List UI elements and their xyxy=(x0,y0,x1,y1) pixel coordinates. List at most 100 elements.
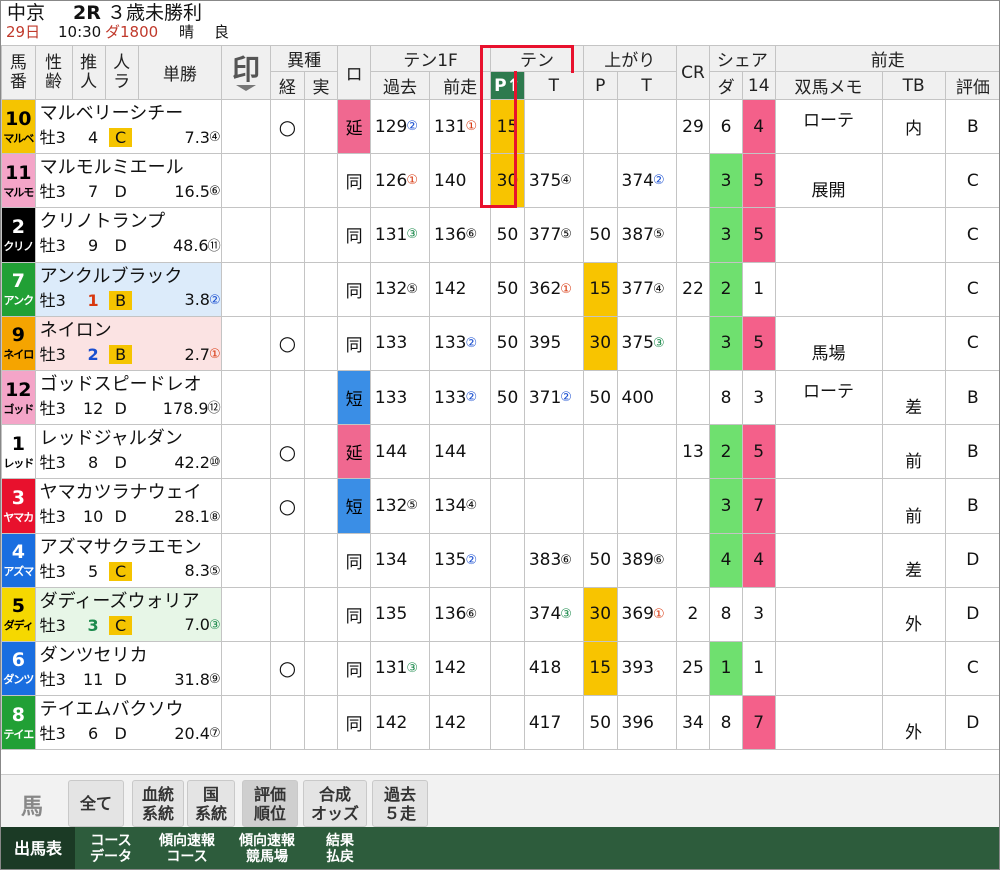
rank-circle: ⑤ xyxy=(406,281,419,297)
rank-circle: ① xyxy=(208,347,221,362)
ten-p-cell xyxy=(490,532,525,588)
soba-memo-cell xyxy=(774,478,883,534)
table-row[interactable]: 5 ダディ ダディーズウォリア 牡3 3 C 7.0③ 同 135 136⑥ 374③ 30 369① 2… xyxy=(1,586,999,642)
hyoka-cell: B xyxy=(944,369,999,426)
ten-t-cell: 362① xyxy=(523,261,584,317)
horse-name[interactable]: ゴッドスピードレオ xyxy=(40,373,221,397)
table-row[interactable]: 9 ネイロ ネイロン 牡3 2 B 2.7① ○ 同 133 133② 50 395 30 375③ 3 5 馬場… xyxy=(1,315,999,371)
table-row[interactable]: 1 レッド レッドジャルダン 牡3 8 D 42.2⑩ ○ 延 144 144 13 2 5 前 B xyxy=(1,424,999,480)
odds: 48.6 xyxy=(172,236,209,256)
horse-name[interactable]: テイエムバクソウ xyxy=(40,698,221,722)
horse-info[interactable]: レッドジャルダン 牡3 8 D 42.2⑩ xyxy=(34,424,223,480)
horse-info[interactable]: クリノトランプ 牡3 9 D 48.6⑪ xyxy=(34,207,223,263)
cr-cell: 29 xyxy=(675,98,711,155)
kei-cell xyxy=(270,586,305,642)
horse-name[interactable]: アンクルブラック xyxy=(40,265,221,289)
col-ten-t[interactable]: T xyxy=(523,71,584,100)
share-14-cell: 1 xyxy=(741,640,776,697)
rank-circle: ⑥ xyxy=(653,552,665,568)
horse-info[interactable]: アンクルブラック 牡3 1 B 3.8② xyxy=(34,261,223,317)
shirushi-cell[interactable] xyxy=(221,586,272,642)
horse-info[interactable]: テイエムバクソウ 牡3 6 D 20.4⑦ xyxy=(34,695,223,751)
kei-cell xyxy=(270,261,305,317)
shirushi-cell[interactable] xyxy=(221,532,272,588)
shirushi-cell[interactable] xyxy=(221,207,272,263)
shirushi-cell[interactable] xyxy=(221,369,272,426)
bottom-nav-tab-2[interactable]: 傾向速報 コース xyxy=(147,827,227,869)
view-tab-0[interactable]: 全て xyxy=(68,780,124,827)
view-tab-1[interactable]: 血統 系統 xyxy=(132,780,184,827)
view-tab-2[interactable]: 国 系統 xyxy=(187,780,235,827)
horse-name[interactable]: レッドジャルダン xyxy=(40,427,221,451)
col-shirushi[interactable]: 印 xyxy=(221,45,272,100)
horse-name[interactable]: マルベリーシチー xyxy=(40,102,221,126)
soba-memo-cell: ローテ xyxy=(774,369,883,426)
horse-info[interactable]: ネイロン 牡3 2 B 2.7① xyxy=(34,315,223,371)
horse-name[interactable]: クリノトランプ xyxy=(40,210,221,234)
rank-circle: ⑩ xyxy=(208,455,221,471)
bottom-nav-tab-4[interactable]: 結果 払戻 xyxy=(307,827,373,869)
table-row[interactable]: 6 ダンツ ダンツセリカ 牡3 11 D 31.8⑨ ○ 同 131③ 142 418 15 393 25 1… xyxy=(1,640,999,697)
ro-tag-tan: 短 xyxy=(338,479,370,532)
agari-p-cell: 50 xyxy=(582,532,618,588)
ten-t-cell xyxy=(523,98,584,155)
horse-info[interactable]: ダディーズウォリア 牡3 3 C 7.0③ xyxy=(34,586,223,642)
table-row[interactable]: 2 クリノ クリノトランプ 牡3 9 D 48.6⑪ 同 131③ 136⑥ 50 377⑤ 50 387… xyxy=(1,207,999,263)
col-kako: 過去 xyxy=(369,71,431,100)
tb-cell: 差 xyxy=(881,369,946,426)
agari-t-cell xyxy=(616,98,677,155)
agari-p-cell: 30 xyxy=(582,586,618,642)
view-tab-3[interactable]: 評価 順位 xyxy=(242,780,298,827)
kako-cell: 129② xyxy=(369,98,431,155)
jockey-rank: 2 xyxy=(87,344,99,364)
horse-info[interactable]: ゴッドスピードレオ 牡3 12 D 178.9⑫ xyxy=(34,369,223,426)
jitsu-cell xyxy=(303,478,339,534)
shirushi-cell[interactable] xyxy=(221,315,272,371)
horse-info[interactable]: アズマサクラエモン 牡3 5 C 8.3⑤ xyxy=(34,532,223,588)
shirushi-cell[interactable] xyxy=(221,98,272,155)
bottom-nav-tab-3[interactable]: 傾向速報 競馬場 xyxy=(227,827,307,869)
shirushi-cell[interactable] xyxy=(221,695,272,751)
shirushi-cell[interactable] xyxy=(221,153,272,209)
table-row[interactable]: 8 テイエ テイエムバクソウ 牡3 6 D 20.4⑦ 同 142 142 417 50 396 34 8 7… xyxy=(1,695,999,751)
share-da-cell: 3 xyxy=(709,153,743,209)
share-da-cell: 8 xyxy=(709,369,743,426)
table-row[interactable]: 3 ヤマカ ヤマカツラナウェイ 牡3 10 D 28.1⑧ ○ 短 132⑤ 134④ 3 7 前 B xyxy=(1,478,999,534)
table-row[interactable]: 11 マルモ マルモルミエール 牡3 7 D 16.5⑥ 同 126① 140 30 375④ 374②… xyxy=(1,153,999,209)
rank-circle: ⑪ xyxy=(207,238,221,254)
bottom-nav-tab-0[interactable]: 出馬表 xyxy=(1,827,75,869)
horse-info[interactable]: ヤマカツラナウェイ 牡3 10 D 28.1⑧ xyxy=(34,478,223,534)
rank-circle: ⑧ xyxy=(208,509,221,525)
ten-t-cell: 395 xyxy=(523,315,584,371)
agari-t-cell: 400 xyxy=(616,369,677,426)
horse-name[interactable]: アズマサクラエモン xyxy=(40,536,221,560)
bottom-nav-tab-1[interactable]: コース データ xyxy=(75,827,147,869)
shirushi-cell[interactable] xyxy=(221,640,272,697)
horse-name[interactable]: マルモルミエール xyxy=(40,156,221,180)
view-tab-4[interactable]: 合成 オッズ xyxy=(303,780,367,827)
table-row[interactable]: 7 アンク アンクルブラック 牡3 1 B 3.8② 同 132⑤ 142 50 362① 15 377④… xyxy=(1,261,999,317)
col-agari-t[interactable]: T xyxy=(616,71,677,100)
horse-name[interactable]: ネイロン xyxy=(40,319,221,343)
shirushi-cell[interactable] xyxy=(221,261,272,317)
table-row[interactable]: 12 ゴッド ゴッドスピードレオ 牡3 12 D 178.9⑫ 短 133 133② 50 371② 5… xyxy=(1,369,999,426)
kako-cell: 144 xyxy=(369,424,431,480)
horse-info[interactable]: ダンツセリカ 牡3 11 D 31.8⑨ xyxy=(34,640,223,697)
col-ten-p[interactable]: P↑ xyxy=(490,71,525,100)
table-row[interactable]: 10 マルベ マルベリーシチー 牡3 4 C 7.3④ ○ 延 129② 131① 15 29 6 4 ローテ… xyxy=(1,98,999,155)
horse-info[interactable]: マルベリーシチー 牡3 4 C 7.3④ xyxy=(34,98,223,155)
horse-name[interactable]: ダディーズウォリア xyxy=(40,590,221,614)
shirushi-cell[interactable] xyxy=(221,424,272,480)
agari-t-cell xyxy=(616,424,677,480)
horse-name[interactable]: ヤマカツラナウェイ xyxy=(40,481,221,505)
jitsu-cell xyxy=(303,261,339,317)
shirushi-cell[interactable] xyxy=(221,478,272,534)
ten-t-cell: 383⑥ xyxy=(523,532,584,588)
hyoka-cell: B xyxy=(944,98,999,155)
horse-name[interactable]: ダンツセリカ xyxy=(40,644,221,668)
horse-info[interactable]: マルモルミエール 牡3 7 D 16.5⑥ xyxy=(34,153,223,209)
table-row[interactable]: 4 アズマ アズマサクラエモン 牡3 5 C 8.3⑤ 同 134 135② 383⑥ 50 389⑥ 4… xyxy=(1,532,999,588)
view-tab-5[interactable]: 過去 ５走 xyxy=(372,780,428,827)
col-agari-p[interactable]: P xyxy=(582,71,618,100)
ten-p-cell xyxy=(490,424,525,480)
